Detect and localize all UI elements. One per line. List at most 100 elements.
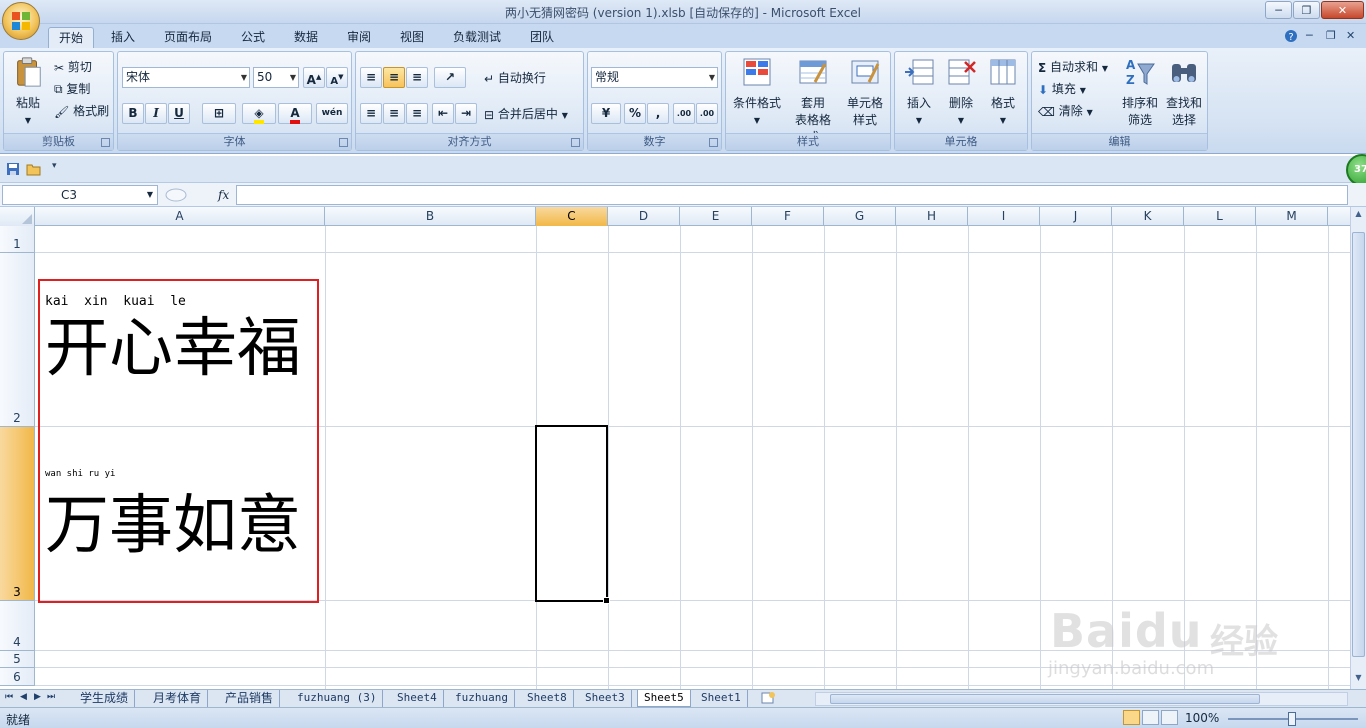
first-sheet-icon[interactable]: ⏮ — [5, 692, 13, 702]
row-header-6[interactable]: 6 — [0, 668, 35, 686]
column-header-f[interactable]: F — [752, 207, 824, 226]
increase-indent-button[interactable]: ⇥ — [455, 103, 477, 124]
increase-decimal-button[interactable]: .00 — [673, 103, 695, 124]
cut-button[interactable]: ✂ 剪切 — [54, 58, 92, 75]
row-header-3[interactable]: 3 — [0, 427, 35, 601]
currency-button[interactable]: ¥ — [591, 103, 621, 124]
select-all-button[interactable] — [0, 207, 35, 226]
clear-button[interactable]: ⌫ 清除 ▼ — [1038, 102, 1093, 119]
row-header-1[interactable]: 1 — [0, 226, 35, 253]
last-sheet-icon[interactable]: ⏭ — [47, 692, 55, 702]
sheet-tab-7[interactable]: Sheet8 — [521, 690, 574, 707]
copy-button[interactable]: ⧉ 复制 — [54, 80, 90, 97]
font-color-button[interactable]: A — [278, 103, 312, 124]
formula-input[interactable] — [236, 185, 1348, 205]
restore-button[interactable]: ❐ — [1293, 1, 1320, 19]
column-header-g[interactable]: G — [824, 207, 896, 226]
insert-sheet-icon[interactable] — [760, 691, 776, 708]
row-header-2[interactable]: 2 — [0, 253, 35, 427]
align-top-button[interactable]: ≡ — [360, 67, 382, 88]
underline-button[interactable]: U — [168, 103, 190, 124]
tab-review[interactable]: 审阅 — [337, 27, 381, 49]
decrease-indent-button[interactable]: ⇤ — [432, 103, 454, 124]
sheet-tab-8[interactable]: Sheet3 — [579, 690, 632, 707]
percent-button[interactable]: % — [624, 103, 646, 124]
tab-data[interactable]: 数据 — [284, 27, 328, 49]
zoom-slider-knob[interactable] — [1288, 712, 1296, 726]
align-right-button[interactable]: ≡ — [406, 103, 428, 124]
sheet-tab-6[interactable]: fuzhuang — [449, 690, 515, 707]
number-format-select[interactable]: 常规 ▼ — [591, 67, 718, 88]
sheet-tab-1[interactable]: 学生成绩 — [74, 690, 136, 707]
sheet-tab-5[interactable]: Sheet4 — [391, 690, 444, 707]
sheet-tab-10[interactable]: Sheet1 — [695, 690, 748, 707]
scroll-up-icon[interactable]: ▲ — [1352, 209, 1365, 223]
worksheet-grid[interactable]: A B C D E F G H I J K L M 1 2 3 4 5 6 ka… — [0, 207, 1350, 689]
tab-formulas[interactable]: 公式 — [231, 27, 275, 49]
prev-sheet-icon[interactable]: ◀ — [20, 692, 27, 702]
cell-styles-button[interactable]: 单元格 样式 — [842, 56, 888, 129]
scroll-down-icon[interactable]: ▼ — [1352, 673, 1365, 687]
sheet-tab-4[interactable]: fuzhuang (3) — [291, 690, 384, 707]
align-left-button[interactable]: ≡ — [360, 103, 382, 124]
name-box[interactable]: C3 ▼ — [2, 185, 158, 205]
row-header-4[interactable]: 4 — [0, 601, 35, 651]
tab-page-layout[interactable]: 页面布局 — [154, 27, 222, 49]
zoom-level[interactable]: 100% — [1185, 711, 1219, 725]
horizontal-scrollbar[interactable] — [815, 692, 1348, 706]
vertical-scrollbar[interactable]: ▲ ▼ — [1350, 207, 1366, 689]
column-header-l[interactable]: L — [1184, 207, 1256, 226]
zoom-slider[interactable] — [1228, 712, 1358, 726]
insert-function-button[interactable]: fx — [160, 185, 236, 205]
next-sheet-icon[interactable]: ▶ — [34, 692, 41, 702]
decrease-decimal-button[interactable]: .00 — [696, 103, 718, 124]
open-folder-icon[interactable] — [26, 162, 42, 179]
ribbon-close-icon[interactable]: ✕ — [1346, 29, 1355, 42]
borders-button[interactable]: ⊞ — [202, 103, 236, 124]
customize-toolbar-icon[interactable]: ▾ — [52, 161, 57, 171]
column-header-a[interactable]: A — [35, 207, 325, 226]
alignment-launcher-icon[interactable] — [571, 138, 580, 147]
delete-cells-button[interactable]: 删除 ▼ — [941, 56, 981, 129]
column-header-e[interactable]: E — [680, 207, 752, 226]
phonetic-button[interactable]: wén — [316, 103, 348, 124]
font-launcher-icon[interactable] — [339, 138, 348, 147]
comma-button[interactable]: , — [647, 103, 669, 124]
sheet-tab-3[interactable]: 产品销售 — [219, 690, 281, 707]
column-header-h[interactable]: H — [896, 207, 968, 226]
align-middle-button[interactable]: ≡ — [383, 67, 405, 88]
column-header-k[interactable]: K — [1112, 207, 1184, 226]
autosum-button[interactable]: Σ 自动求和 ▼ — [1038, 58, 1108, 75]
column-header-d[interactable]: D — [608, 207, 680, 226]
shrink-font-button[interactable]: A▼ — [326, 67, 348, 88]
office-button[interactable] — [2, 2, 40, 40]
align-center-button[interactable]: ≡ — [383, 103, 405, 124]
insert-cells-button[interactable]: 插入 ▼ — [899, 56, 939, 129]
format-painter-button[interactable]: 🖌 格式刷 — [54, 102, 109, 119]
paste-button[interactable]: 粘贴 ▼ — [10, 56, 46, 129]
horizontal-scroll-thumb[interactable] — [830, 694, 1260, 704]
tab-load-test[interactable]: 负载测试 — [443, 27, 511, 49]
tab-insert[interactable]: 插入 — [101, 27, 145, 49]
number-launcher-icon[interactable] — [709, 138, 718, 147]
wrap-text-button[interactable]: ↵ 自动换行 — [484, 69, 546, 86]
row-header-5[interactable]: 5 — [0, 651, 35, 668]
page-layout-view-icon[interactable] — [1142, 710, 1159, 725]
column-header-j[interactable]: J — [1040, 207, 1112, 226]
tab-team[interactable]: 团队 — [520, 27, 564, 49]
find-select-button[interactable]: 查找和 选择 — [1162, 56, 1206, 129]
close-button[interactable]: ✕ — [1321, 1, 1364, 19]
bold-button[interactable]: B — [122, 103, 144, 124]
conditional-formatting-button[interactable]: 条件格式 ▼ — [730, 56, 784, 129]
orientation-button[interactable]: ↗ — [434, 67, 466, 88]
tab-home[interactable]: 开始 — [48, 27, 95, 49]
sheet-tab-2[interactable]: 月考体育 — [147, 690, 209, 707]
minimize-button[interactable]: ─ — [1265, 1, 1292, 19]
format-cells-button[interactable]: 格式 ▼ — [983, 56, 1023, 129]
page-break-view-icon[interactable] — [1161, 710, 1178, 725]
italic-button[interactable]: I — [145, 103, 167, 124]
font-name-select[interactable]: 宋体 ▼ — [122, 67, 250, 88]
ribbon-minimize-icon[interactable]: ─ — [1306, 29, 1313, 42]
sort-filter-button[interactable]: AZ 排序和 筛选 — [1118, 56, 1162, 129]
column-header-i[interactable]: I — [968, 207, 1040, 226]
